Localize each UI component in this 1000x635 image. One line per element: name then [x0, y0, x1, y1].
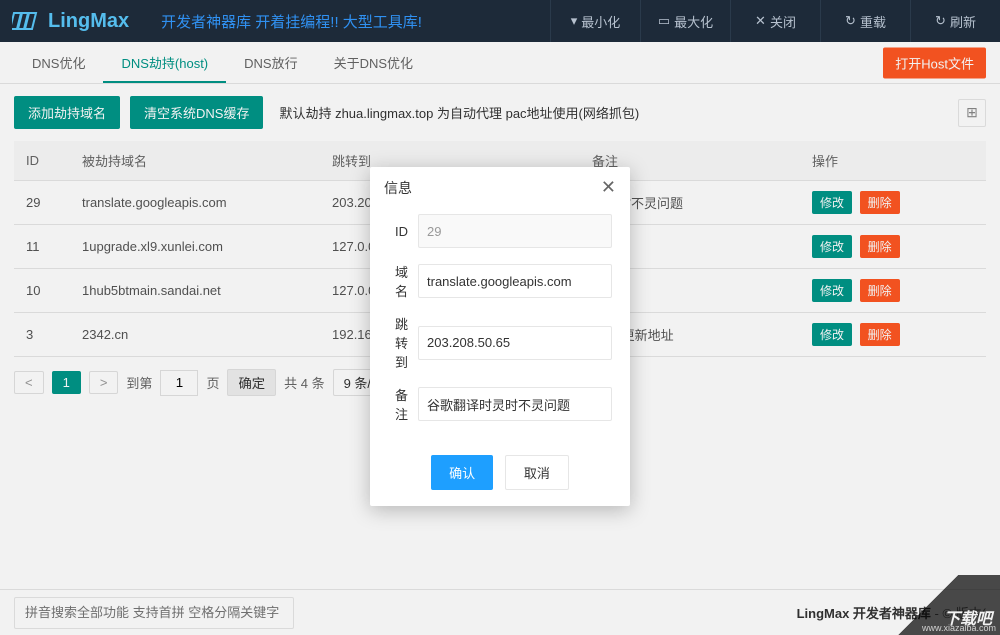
input-note[interactable] — [418, 387, 612, 421]
modal-body: ID 域名 跳转到 备注 — [370, 208, 630, 447]
cancel-button[interactable]: 取消 — [505, 455, 569, 490]
close-icon[interactable]: ✕ — [601, 177, 616, 198]
confirm-button[interactable]: 确认 — [431, 455, 493, 490]
modal-header: 信息 ✕ — [370, 167, 630, 208]
label-id: ID — [388, 224, 418, 239]
input-jump[interactable] — [418, 326, 612, 360]
info-modal: 信息 ✕ ID 域名 跳转到 备注 确认 取消 — [370, 167, 630, 506]
label-jump: 跳转到 — [388, 314, 418, 371]
modal-title: 信息 — [384, 178, 412, 198]
modal-overlay: 信息 ✕ ID 域名 跳转到 备注 确认 取消 — [0, 0, 1000, 635]
input-id — [418, 214, 612, 248]
modal-footer: 确认 取消 — [370, 447, 630, 506]
label-note: 备注 — [388, 385, 418, 423]
input-domain[interactable] — [418, 264, 612, 298]
label-domain: 域名 — [388, 262, 418, 300]
